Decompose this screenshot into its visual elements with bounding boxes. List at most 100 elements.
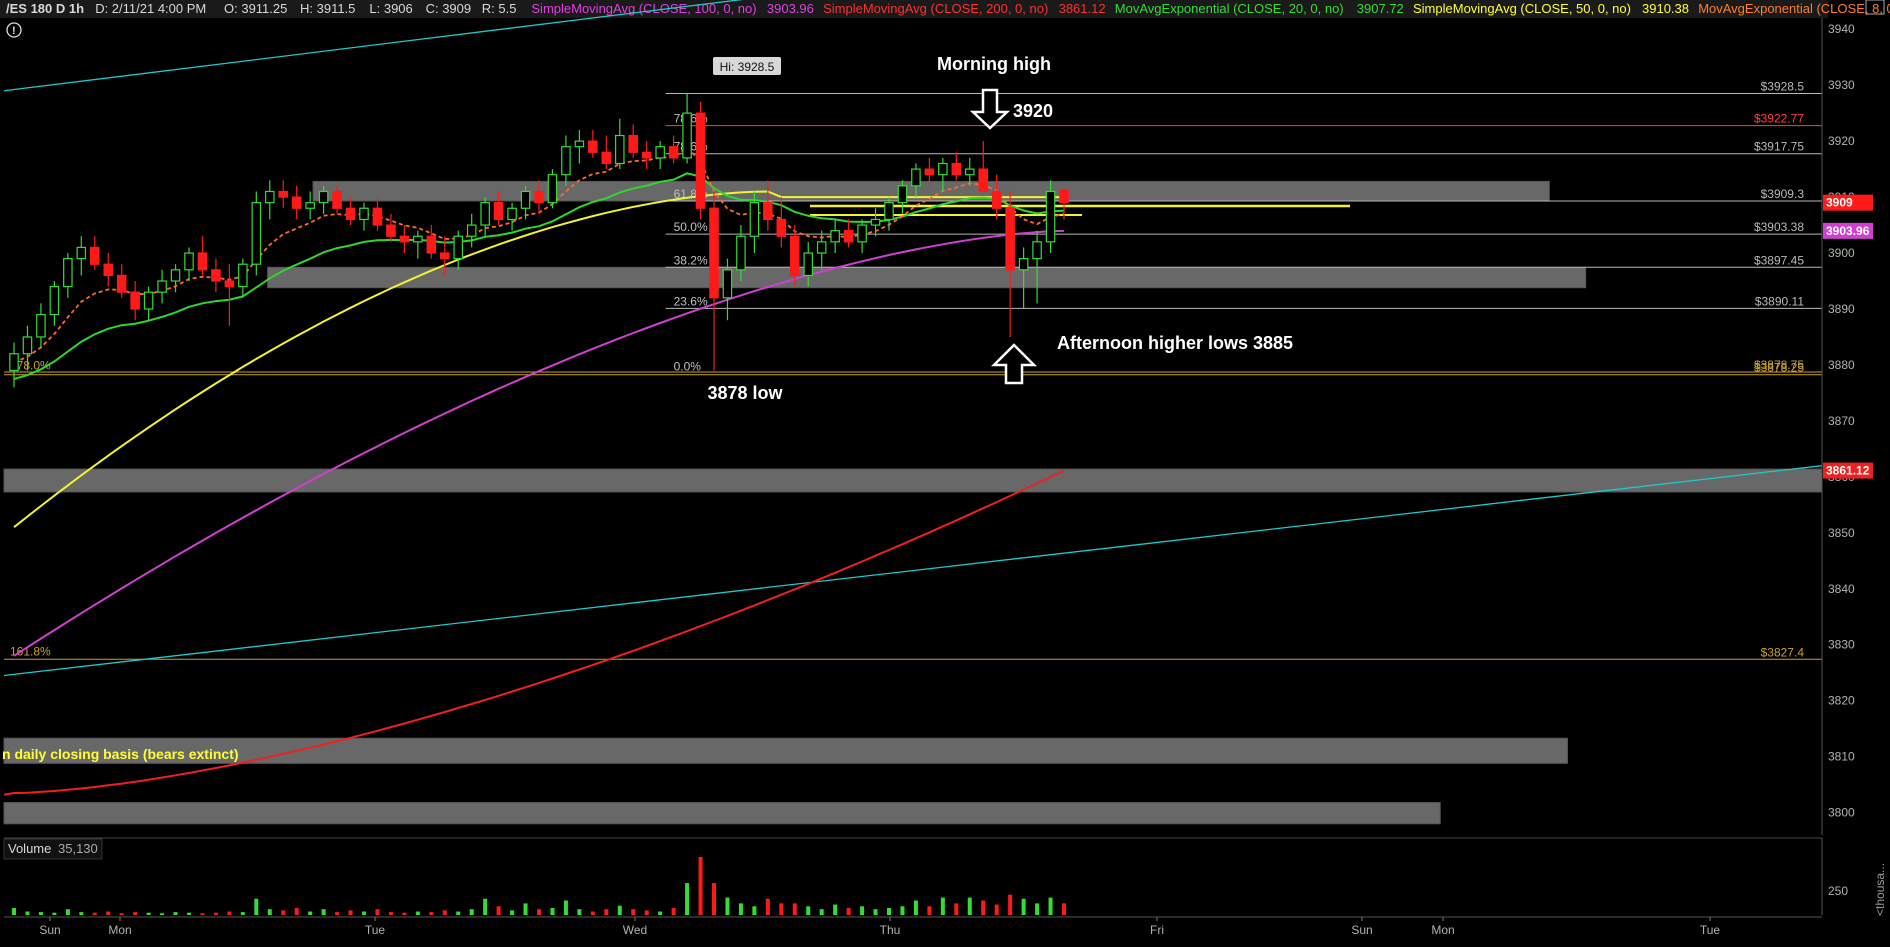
y-tick-12: 3820 — [1828, 694, 1855, 708]
volume-bar-39 — [537, 909, 541, 915]
volume-bar-52 — [712, 883, 716, 915]
x-label-8: Tue — [1700, 923, 1721, 937]
info-icon-glyph: ! — [12, 25, 16, 37]
volume-bar-72 — [981, 900, 986, 915]
fib-label-3: 50.0% — [674, 220, 708, 234]
volume-bar-11 — [160, 913, 165, 915]
x-label-6: Sun — [1351, 923, 1372, 937]
candle-body-77 — [1045, 190, 1056, 243]
hdr-close: C: 3909 — [426, 1, 472, 16]
volume-bar-30 — [415, 911, 420, 915]
candle-body-53 — [722, 269, 733, 299]
volume-bar-12 — [173, 912, 178, 915]
candle-body-40 — [547, 174, 558, 204]
volume-bar-69 — [940, 897, 945, 915]
x-label-2: Tue — [365, 923, 386, 937]
candle-body-55 — [749, 202, 760, 237]
candle-body-37 — [507, 207, 517, 221]
volume-bar-14 — [200, 913, 205, 915]
volume-bar-24 — [335, 912, 340, 915]
fib-label-6: 0.0% — [674, 359, 702, 373]
volume-bar-28 — [388, 912, 393, 915]
hi-tag: Hi: 3928.5 — [720, 60, 775, 74]
annotation-afternoon: Afternoon higher lows 3885 — [1057, 333, 1293, 353]
volume-bar-64 — [873, 909, 878, 915]
candle-body-0 — [9, 353, 19, 372]
volume-bar-67 — [913, 900, 918, 915]
candle-body-62 — [843, 230, 854, 243]
candle-body-61 — [830, 230, 840, 243]
study-label-0: SimpleMovingAvg (CLOSE, 100, 0, no) — [531, 1, 756, 16]
hdr-date: D: 2/11/21 4:00 PM — [95, 1, 206, 16]
volume-bar-9 — [133, 912, 138, 915]
candle-body-21 — [291, 196, 302, 209]
candle-body-65 — [884, 202, 894, 221]
candle-body-48 — [655, 146, 665, 159]
volume-bar-23 — [321, 909, 326, 915]
volume-bar-5 — [79, 912, 84, 915]
candle-body-28 — [386, 224, 396, 237]
volume-bar-54 — [738, 903, 743, 915]
candle-body-71 — [964, 168, 975, 176]
level-tag-3: $3909.3 — [1761, 187, 1805, 201]
volume-bar-70 — [954, 903, 959, 915]
volume-bar-2 — [38, 912, 43, 915]
volume-bar-63 — [860, 906, 865, 915]
candle-body-50 — [682, 112, 692, 159]
study-label-2: MovAvgExponential (CLOSE, 20, 0, no) — [1115, 1, 1344, 16]
volume-bar-7 — [106, 911, 111, 915]
candle-body-63 — [857, 224, 867, 243]
volume-value: 35,130 — [58, 841, 98, 856]
volume-bar-40 — [550, 908, 555, 915]
fib-label-4: 38.2% — [674, 253, 708, 267]
volume-bar-62 — [846, 908, 851, 915]
volume-bar-10 — [146, 912, 151, 915]
candle-body-49 — [668, 146, 679, 159]
volume-tick: 250 — [1828, 884, 1848, 898]
level-tag-5: $3897.45 — [1754, 253, 1804, 267]
study-value-3: 3910.38 — [1642, 1, 1689, 16]
candle-body-17 — [238, 263, 248, 288]
candle-body-36 — [493, 202, 504, 221]
candle-body-9 — [130, 291, 140, 310]
volume-bar-18 — [254, 898, 259, 915]
study-label-1: SimpleMovingAvg (CLOSE, 200, 0, no) — [823, 1, 1048, 16]
candle-body-74 — [1005, 207, 1015, 271]
study-value-1: 3861.12 — [1059, 1, 1106, 16]
zone-1 — [267, 266, 1587, 289]
candle-body-46 — [628, 134, 639, 153]
candle-body-60 — [816, 241, 827, 254]
candle-body-68 — [924, 168, 935, 176]
candle-body-35 — [480, 202, 490, 226]
volume-bar-4 — [65, 909, 70, 915]
candle-body-16 — [224, 280, 235, 288]
volume-bar-17 — [240, 912, 245, 915]
candle-body-22 — [305, 202, 315, 209]
y-tick-2: 3920 — [1828, 134, 1855, 148]
candle-body-30 — [413, 235, 423, 243]
volume-bar-48 — [658, 911, 663, 915]
candle-body-73 — [991, 190, 1002, 209]
candle-body-32 — [439, 252, 450, 260]
price-chart[interactable]: /ES 180 D 1h D: 2/11/21 4:00 PM O: 3911.25… — [0, 0, 1890, 942]
candle-body-12 — [170, 269, 181, 282]
candle-body-25 — [345, 207, 356, 221]
volume-bar-6 — [92, 912, 97, 915]
y-tick-6: 3880 — [1828, 358, 1855, 372]
hdr-low: L: 3906 — [369, 1, 412, 16]
candle-body-13 — [184, 252, 194, 271]
volume-bar-71 — [967, 897, 972, 915]
volume-bar-27 — [375, 909, 380, 915]
volume-bar-3 — [52, 912, 57, 915]
volume-bar-76 — [1035, 903, 1040, 915]
volume-bar-60 — [819, 909, 824, 915]
study-value-2: 3907.72 — [1357, 1, 1404, 16]
y-tick-11: 3830 — [1828, 638, 1855, 652]
candle-body-45 — [614, 134, 625, 165]
axis-badge-1: 3903.96 — [1826, 224, 1870, 238]
y-tick-13: 3810 — [1828, 750, 1855, 764]
candle-body-15 — [211, 269, 221, 282]
annotation-bears: n daily closing basis (bears extinct) — [2, 746, 239, 762]
candle-body-38 — [520, 190, 531, 209]
candle-body-23 — [318, 190, 329, 204]
